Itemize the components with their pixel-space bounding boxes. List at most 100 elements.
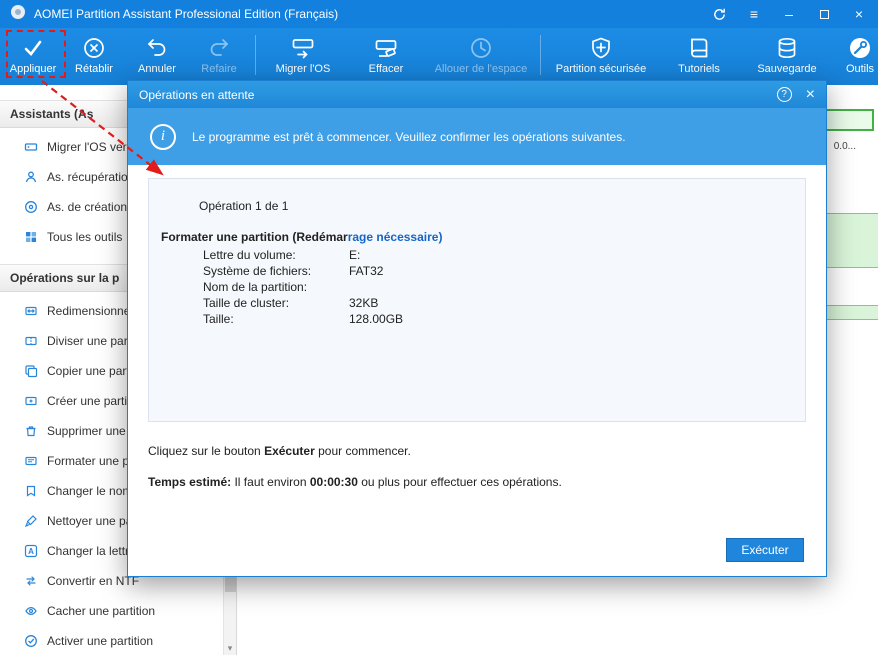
format-icon [24,454,38,468]
sidebar-item-label: As. récupération [47,170,135,184]
window-title: AOMEI Partition Assistant Professional E… [34,7,339,21]
toolbar-retablir[interactable]: Rétablir [62,29,126,80]
estimate-time: 00:00:30 [309,475,358,489]
scroll-down-icon[interactable]: ▾ [224,643,236,654]
partition-block[interactable] [824,213,878,268]
toolbar: Appliquer Rétablir Annuler Refaire Migre… [0,28,878,85]
operation-note-highlight: rage nécessaire [347,230,439,244]
toolbar-separator [255,34,256,75]
estimate-label: Temps estimé: [148,475,232,489]
instruction-pre: Cliquez sur le bouton [148,444,265,458]
undo-icon [144,34,170,61]
wrench-icon [847,34,873,61]
toolbar-effacer[interactable]: Effacer [345,29,427,80]
titlebar: AOMEI Partition Assistant Professional E… [0,0,878,28]
operation-note-suffix: ) [438,230,443,244]
toolbar-migrer-os[interactable]: Migrer l'OS [261,29,345,80]
dialog-titlebar: Opérations en attente ? × [128,81,826,108]
operation-title: Formater une partition (Redémarrage néce… [161,230,793,244]
sidebar-item-label: Copier une parti [47,364,133,378]
svg-text:A: A [28,547,34,556]
execute-button[interactable]: Exécuter [726,538,804,562]
instruction-bold: Exécuter [264,444,315,458]
sidebar-item-label: As. de création d [47,200,138,214]
pending-operations-dialog: Opérations en attente ? × i Le programme… [127,80,827,577]
convert-icon [24,574,38,588]
minimize-button[interactable]: – [780,5,798,23]
sidebar-item-label: Supprimer une p [47,424,136,438]
detail-label: Taille de cluster: [203,296,290,310]
rename-icon [24,484,38,498]
banner-text: Le programme est prêt à commencer. Veuil… [192,129,626,144]
sidebar-item-label: Formater une pa [47,454,136,468]
partition-block[interactable] [824,305,878,320]
dialog-body: Opération 1 de 1 Formater une partition … [128,165,826,578]
toolbar-annuler[interactable]: Annuler [126,29,188,80]
detail-value: FAT32 [349,264,384,278]
resize-icon [24,304,38,318]
sidebar-item-activate[interactable]: Activer une partition [0,626,236,655]
database-icon [774,34,800,61]
toolbar-partition-securisee[interactable]: Partition sécurisée [546,29,656,80]
toolbar-outils[interactable]: Outils [832,29,878,80]
partition-label: 0.0... [833,141,856,152]
detail-label: Nom de la partition: [203,280,308,294]
detail-value: 32KB [349,296,379,310]
instruction-post: pour commencer. [314,444,411,458]
toolbar-separator [540,34,541,75]
sidebar-item-label: Redimensionner [47,304,135,318]
sidebar-item-label: Activer une partition [47,634,154,648]
operation-note-prefix: (Redémar [289,230,348,244]
redo-icon [206,34,232,61]
detail-row: Nom de la partition: [203,279,793,295]
maximize-icon [819,9,829,19]
estimate-text: Temps estimé: Il faut environ 00:00:30 o… [148,475,806,489]
refresh-icon[interactable] [710,5,728,23]
maximize-button[interactable] [815,5,833,23]
toolbar-refaire[interactable]: Refaire [188,29,250,80]
dialog-title: Opérations en attente [139,87,255,102]
migrate-os-icon [290,34,316,61]
sidebar-item-label: Nettoyer une pa [47,514,133,528]
toolbar-tutoriels[interactable]: Tutoriels [656,29,742,80]
check-icon [20,34,46,61]
shield-plus-icon [588,34,614,61]
clean-icon [24,514,38,528]
sidebar-item-label: Cacher une partition [47,604,156,618]
wipe-disk-icon [373,34,399,61]
detail-row: Taille: 128.00GB [203,311,793,327]
dialog-controls: ? × [776,86,815,103]
estimate-post: ou plus pour effectuer ces opérations. [357,475,562,489]
toolbar-appliquer[interactable]: Appliquer [4,29,62,80]
toolbar-allouer-espace[interactable]: Allouer de l'espace [427,29,535,80]
info-icon: i [150,123,176,150]
all-tools-icon [24,230,38,244]
operations-list: Opération 1 de 1 Formater une partition … [148,178,806,422]
close-button[interactable]: × [850,5,868,23]
info-banner: i Le programme est prêt à commencer. Veu… [128,108,826,165]
split-icon [24,334,38,348]
clock-icon [468,34,494,61]
sidebar-item-label: Tous les outils [47,230,123,244]
menu-icon[interactable]: ≡ [745,5,763,23]
activate-icon [24,634,38,648]
help-icon[interactable]: ? [776,87,792,102]
discard-circle-icon [81,34,107,61]
sidebar-item-label: Changer la lettre [47,544,136,558]
toolbar-sauvegarde[interactable]: Sauvegarde [742,29,832,80]
section-title: Assistants (As [10,107,94,121]
operation-name: Formater une partition [161,230,290,244]
create-icon [24,394,38,408]
hide-icon [24,604,38,618]
sidebar-item-hide[interactable]: Cacher une partition [0,596,236,626]
operation-details: Lettre du volume: E: Système de fichiers:… [203,247,793,327]
book-icon [686,34,712,61]
window-controls: ≡ – × [710,5,868,23]
section-title: Opérations sur la p [10,271,120,285]
app-logo-icon [10,4,26,25]
copy-icon [24,364,38,378]
dialog-close-icon[interactable]: × [806,86,815,103]
sidebar-item-label: Convertir en NTF [47,574,140,588]
delete-icon [24,424,38,438]
bootable-media-icon [24,200,38,214]
